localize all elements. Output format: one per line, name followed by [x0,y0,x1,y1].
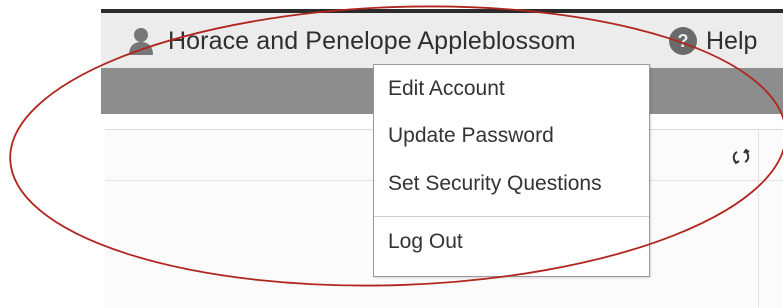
user-silhouette-icon [129,28,153,55]
account-dropdown-menu: Edit Account Update Password Set Securit… [373,64,650,277]
menu-item-update-password[interactable]: Update Password [388,124,554,148]
user-name: Horace and Penelope Appleblossom [168,26,576,55]
menu-item-edit-account[interactable]: Edit Account [388,77,505,101]
help-link[interactable]: ? Help [668,24,757,58]
menu-item-set-security-questions[interactable]: Set Security Questions [388,172,602,196]
refresh-icon[interactable] [731,146,753,168]
user-account-menu-toggle[interactable]: Horace and Penelope Appleblossom [126,24,576,58]
question-circle-icon: ? [669,27,697,55]
panel-column-divider [758,130,759,307]
menu-divider [374,216,649,217]
svg-text:?: ? [678,31,689,51]
menu-item-log-out[interactable]: Log Out [388,230,463,254]
help-label: Help [706,26,758,55]
